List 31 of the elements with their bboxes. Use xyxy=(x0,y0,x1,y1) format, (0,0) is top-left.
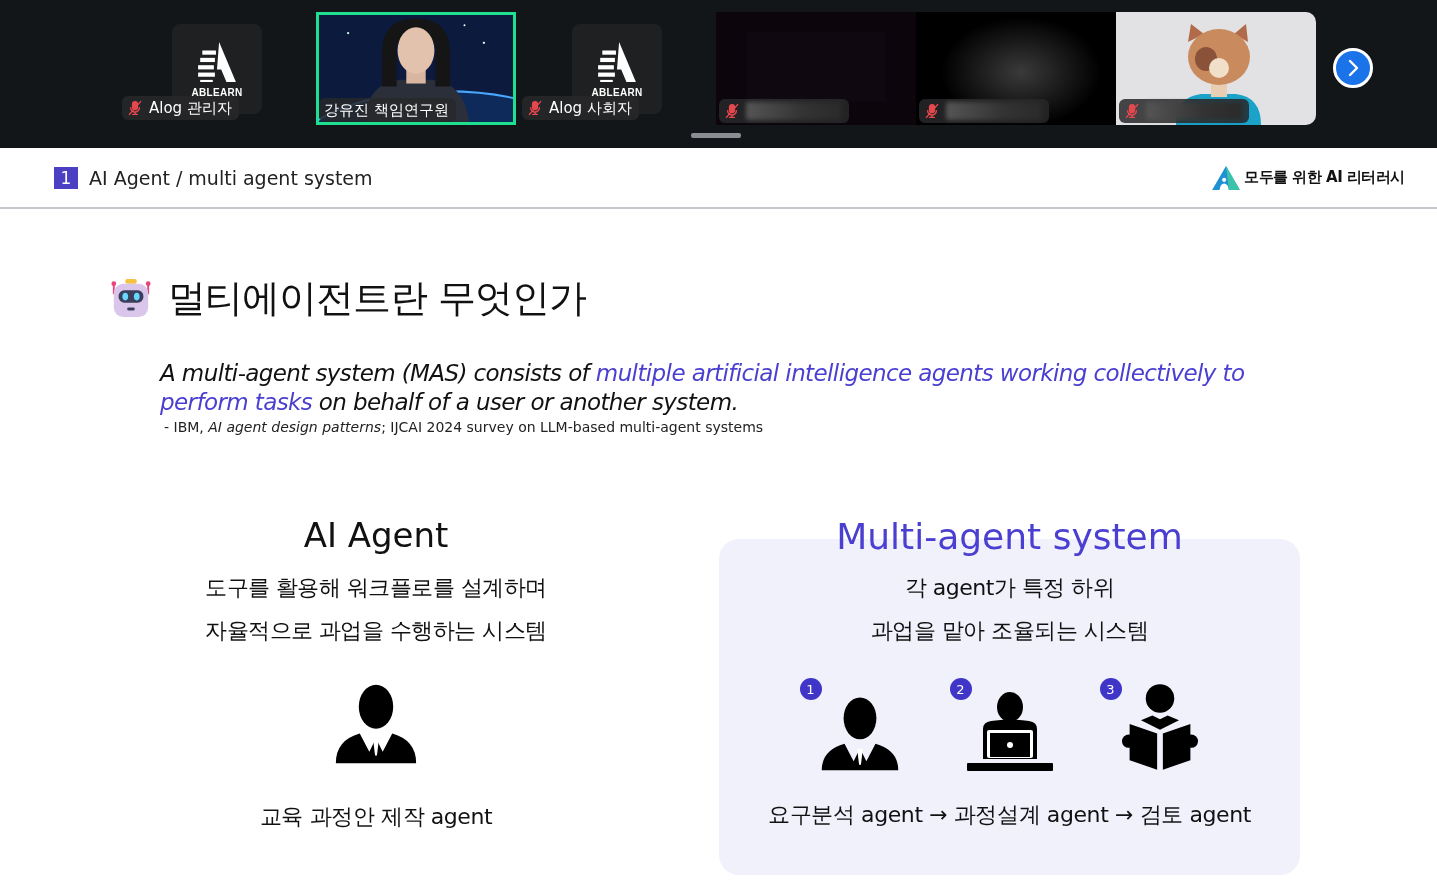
quote-text: A multi-agent system (MAS) consists of multiple artificial intelligence agents working collectively to perform tasks on behalf of a user or another system. xyxy=(160,359,1246,417)
participant-tile[interactable]: ABLEARN Alog 관리자 xyxy=(116,12,316,125)
next-page-button[interactable] xyxy=(1333,48,1373,88)
number-badge: 1 xyxy=(799,678,822,700)
section-title: AI Agent / multi agent system xyxy=(89,166,374,189)
person-reading-icon xyxy=(1121,681,1198,771)
logo-icon xyxy=(197,40,237,82)
description-text: 과업을 맡아 조율되는 시스템 xyxy=(870,617,1149,645)
triangle-logo-icon xyxy=(1212,165,1241,190)
section-number: 1 xyxy=(54,166,78,189)
description-text: 도구를 활용해 워크플로를 설계하며 xyxy=(205,574,547,602)
description-text: 각 agent가 특정 하위 xyxy=(904,574,1115,602)
logo-text: ABLEARN xyxy=(191,87,243,98)
participant-name: 강유진 책임연구원 xyxy=(324,100,449,120)
participant-name: Alog 사회자 xyxy=(549,98,632,118)
participant-tile[interactable]: ABLEARN Alog 사회자 xyxy=(516,12,716,125)
agent-caption: 교육 과정안 제작 agent xyxy=(259,803,493,831)
column-title: Multi-agent system xyxy=(836,515,1183,559)
number-badge: 2 xyxy=(949,678,972,700)
participant-tile[interactable]: 강유진 책임연구원 xyxy=(316,12,516,125)
number-badge: 3 xyxy=(1099,678,1122,700)
column-title: AI Agent xyxy=(303,514,449,557)
source-text: - IBM, AI agent design patterns; IJCAI 2024 survey on LLM-based multi-agent systems xyxy=(164,419,765,435)
robot-icon xyxy=(110,277,152,319)
brand-name: 모두를 위한 AI 리터러시 xyxy=(1244,168,1405,187)
slide-title: 멀티에이전트란 무엇인가 xyxy=(168,274,587,322)
description-text: 자율적으로 과업을 수행하는 시스템 xyxy=(205,617,547,645)
participant-name: Alog 관리자 xyxy=(149,98,232,118)
agent-flow-caption: 요구분석 agent → 과정설계 agent → 검토 agent xyxy=(768,801,1251,829)
logo-icon xyxy=(597,40,637,82)
logo-text: ABLEARN xyxy=(591,87,643,98)
